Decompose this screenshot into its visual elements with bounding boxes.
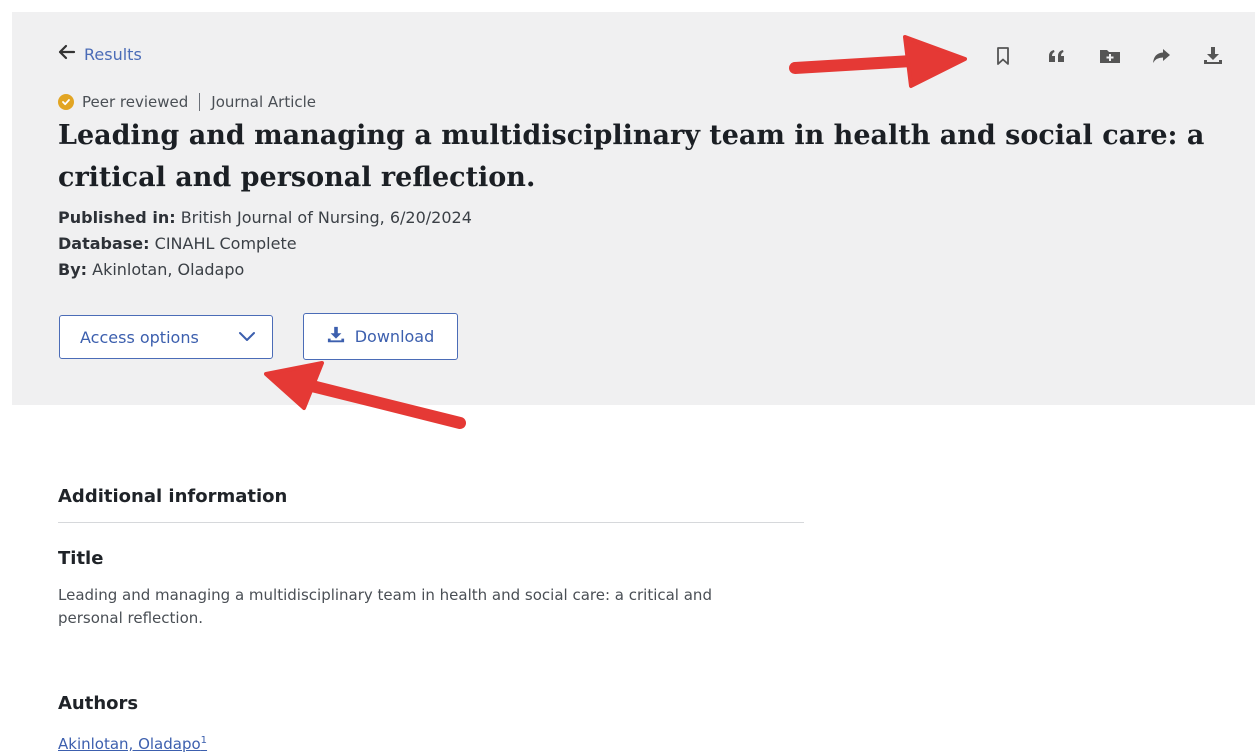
title-field-label: Title xyxy=(58,548,104,569)
quote-icon[interactable] xyxy=(1047,44,1099,68)
page: Results Peer reviewed Journal Article Le… xyxy=(0,0,1255,753)
peer-reviewed-label: Peer reviewed xyxy=(82,93,189,111)
additional-info-heading: Additional information xyxy=(58,486,288,507)
access-options-label: Access options xyxy=(80,327,199,347)
database-value: CINAHL Complete xyxy=(154,234,297,253)
authors-field-label: Authors xyxy=(58,693,139,714)
bookmark-icon[interactable] xyxy=(995,44,1047,68)
author-link[interactable]: Akinlotan, Oladapo1 xyxy=(58,735,207,753)
database-label: Database: xyxy=(58,234,150,253)
published-in-value: British Journal of Nursing, 6/20/2024 xyxy=(180,208,472,227)
download-icon xyxy=(327,326,345,348)
publication-info: Published in: British Journal of Nursing… xyxy=(58,205,472,283)
back-link-label: Results xyxy=(84,45,142,64)
download-button[interactable]: Download xyxy=(303,313,458,360)
chevron-down-icon xyxy=(238,328,256,347)
download-icon[interactable] xyxy=(1203,44,1255,68)
by-label: By: xyxy=(58,260,88,279)
author-row: By: Akinlotan, Oladapo xyxy=(58,257,472,283)
arrow-left-icon xyxy=(58,44,76,65)
article-meta: Peer reviewed Journal Article xyxy=(58,93,316,111)
published-in-row: Published in: British Journal of Nursing… xyxy=(58,205,472,231)
back-to-results-link[interactable]: Results xyxy=(58,44,142,65)
section-divider xyxy=(58,522,804,523)
author-affiliation-number: 1 xyxy=(200,735,208,746)
article-toolbar xyxy=(995,44,1255,68)
peer-reviewed-check-icon xyxy=(58,94,74,110)
meta-separator xyxy=(199,93,201,111)
access-options-dropdown[interactable]: Access options xyxy=(59,315,273,359)
author-name: Akinlotan, Oladapo xyxy=(58,735,201,753)
article-title: Leading and managing a multidisciplinary… xyxy=(58,120,1205,193)
by-value: Akinlotan, Oladapo xyxy=(92,260,245,279)
article-type: Journal Article xyxy=(211,93,317,111)
folder-plus-icon[interactable] xyxy=(1099,44,1151,68)
share-icon[interactable] xyxy=(1151,44,1203,68)
published-in-label: Published in: xyxy=(58,208,176,227)
database-row: Database: CINAHL Complete xyxy=(58,231,472,257)
download-label: Download xyxy=(354,327,435,346)
title-field-value: Leading and managing a multidisciplinary… xyxy=(58,586,712,627)
